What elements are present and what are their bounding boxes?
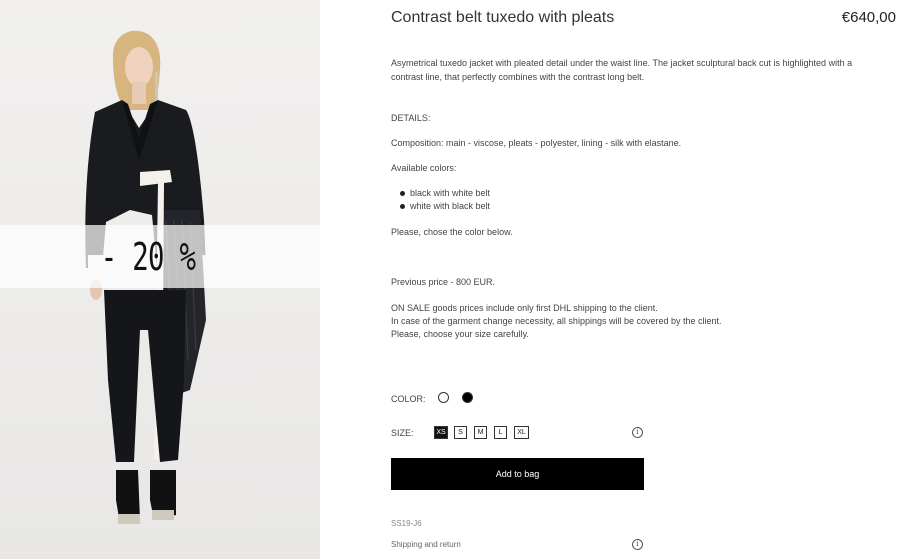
previous-price: Previous price - 800 EUR. xyxy=(391,277,496,287)
list-item-text: white with black belt xyxy=(410,201,491,211)
bullet-icon xyxy=(400,204,405,209)
details-heading: DETAILS: xyxy=(391,113,431,123)
shipping-info-icon[interactable]: i xyxy=(632,539,643,550)
shipping-and-return-link[interactable]: Shipping and return xyxy=(391,540,461,549)
bullet-icon xyxy=(400,191,405,196)
size-info-icon[interactable]: i xyxy=(632,427,643,438)
composition-text: Composition: main - viscose, pleats - po… xyxy=(391,138,682,148)
color-label: COLOR: xyxy=(391,394,426,404)
size-option-xl[interactable]: XL xyxy=(514,426,529,439)
product-sku: SS19-J6 xyxy=(391,519,422,528)
color-swatch-white[interactable] xyxy=(438,392,449,403)
product-title: Contrast belt tuxedo with pleats xyxy=(391,9,615,26)
sale-badge: - 20 % xyxy=(100,235,196,279)
list-item: black with white belt xyxy=(398,187,490,200)
size-option-xs[interactable]: XS xyxy=(434,426,448,439)
size-option-m[interactable]: M xyxy=(474,426,487,439)
size-selector: SIZE: XS S M L XL i xyxy=(391,426,645,440)
list-item: white with black belt xyxy=(398,200,490,213)
list-item-text: black with white belt xyxy=(410,188,491,198)
sale-note-size: Please, choose your size carefully. xyxy=(391,329,529,339)
product-description: Asymetrical tuxedo jacket with pleated d… xyxy=(391,58,853,82)
size-option-s[interactable]: S xyxy=(454,426,467,439)
sale-note-change: In case of the garment change necessity,… xyxy=(391,316,722,326)
sale-note-shipping: ON SALE goods prices include only first … xyxy=(391,303,658,313)
product-image[interactable]: - 20 % xyxy=(0,0,320,559)
chose-color-note: Please, chose the color below. xyxy=(391,227,513,237)
color-swatch-black[interactable] xyxy=(462,392,473,403)
size-option-l[interactable]: L xyxy=(494,426,507,439)
add-to-bag-button[interactable]: Add to bag xyxy=(391,458,644,490)
available-colors-list: black with white belt white with black b… xyxy=(398,187,490,213)
size-label: SIZE: xyxy=(391,428,414,438)
available-colors-label: Available colors: xyxy=(391,163,457,173)
product-price: €640,00 xyxy=(841,9,896,26)
